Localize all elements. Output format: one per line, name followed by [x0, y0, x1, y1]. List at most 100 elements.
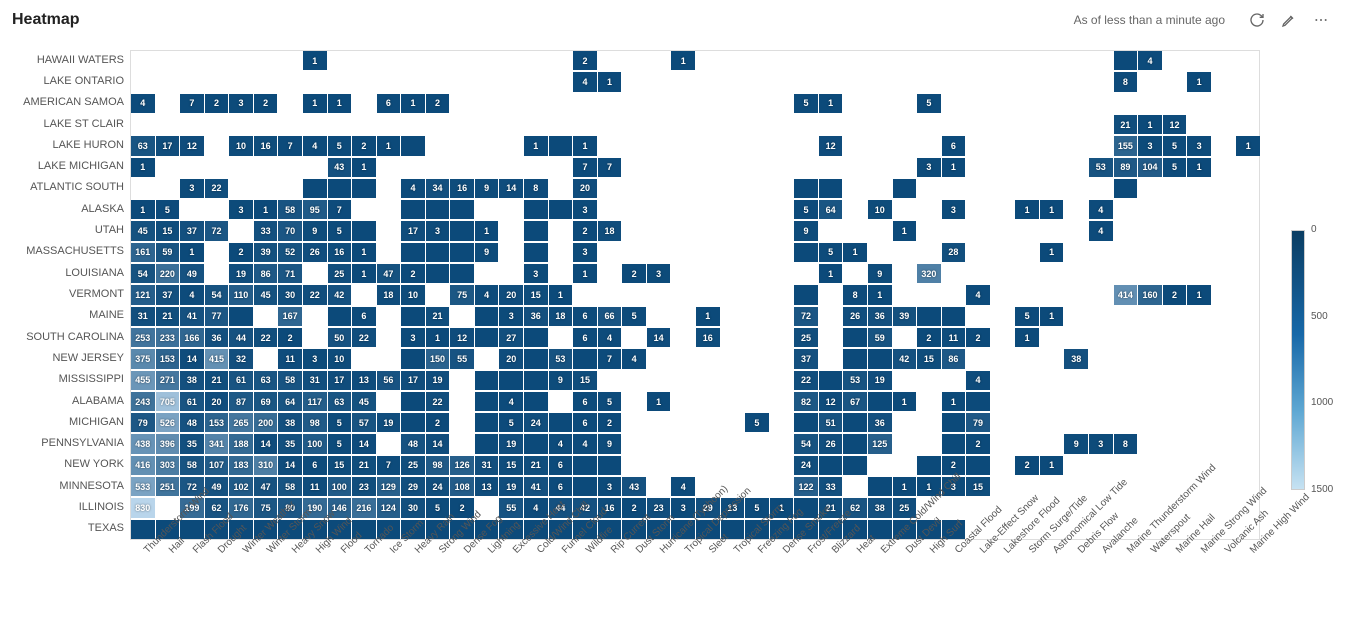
heatmap-cell[interactable]: 86 [254, 264, 278, 283]
heatmap-cell[interactable] [426, 200, 450, 219]
heatmap-cell[interactable]: 167 [278, 307, 302, 326]
heatmap-cell[interactable]: 5 [328, 413, 352, 432]
heatmap-cell[interactable]: 7 [180, 94, 204, 113]
heatmap-cell[interactable]: 36 [205, 328, 229, 347]
heatmap-cell[interactable]: 110 [229, 285, 253, 304]
heatmap-cell[interactable]: 220 [156, 264, 180, 283]
heatmap-cell[interactable]: 1 [328, 94, 352, 113]
heatmap-cell[interactable]: 1 [1236, 136, 1260, 155]
heatmap-cell[interactable]: 66 [598, 307, 622, 326]
heatmap-cell[interactable]: 17 [401, 221, 425, 240]
heatmap-cell[interactable]: 36 [868, 307, 892, 326]
heatmap-cell[interactable]: 98 [426, 456, 450, 475]
heatmap-cell[interactable]: 14 [352, 434, 376, 453]
heatmap-cell[interactable]: 75 [450, 285, 474, 304]
heatmap-cell[interactable]: 19 [868, 371, 892, 390]
heatmap-cell[interactable]: 7 [598, 349, 622, 368]
heatmap-cell[interactable]: 70 [278, 221, 302, 240]
edit-icon[interactable] [1277, 8, 1301, 32]
heatmap-cell[interactable]: 1 [352, 264, 376, 283]
heatmap-cell[interactable]: 56 [377, 371, 401, 390]
heatmap-cell[interactable]: 35 [278, 434, 302, 453]
heatmap-cell[interactable]: 320 [917, 264, 941, 283]
heatmap-cell[interactable]: 6 [573, 392, 597, 411]
heatmap-cell[interactable]: 10 [229, 136, 253, 155]
heatmap-cell[interactable] [450, 264, 474, 283]
heatmap-cell[interactable] [475, 328, 499, 347]
heatmap-cell[interactable]: 4 [1138, 51, 1162, 70]
heatmap-cell[interactable]: 1 [377, 136, 401, 155]
heatmap-cell[interactable]: 12 [1163, 115, 1187, 134]
heatmap-cell[interactable]: 2 [573, 51, 597, 70]
heatmap-cell[interactable]: 6 [377, 94, 401, 113]
heatmap-cell[interactable]: 153 [205, 413, 229, 432]
heatmap-cell[interactable]: 77 [205, 307, 229, 326]
heatmap-cell[interactable]: 8 [1114, 434, 1138, 453]
heatmap-cell[interactable] [475, 307, 499, 326]
heatmap-cell[interactable]: 24 [794, 456, 818, 475]
heatmap-cell[interactable] [401, 349, 425, 368]
heatmap-cell[interactable] [401, 136, 425, 155]
heatmap-cell[interactable] [401, 307, 425, 326]
heatmap-cell[interactable]: 1 [352, 243, 376, 262]
heatmap-cell[interactable]: 39 [254, 243, 278, 262]
heatmap-cell[interactable] [524, 221, 548, 240]
heatmap-cell[interactable]: 7 [377, 456, 401, 475]
heatmap-cell[interactable]: 19 [426, 371, 450, 390]
heatmap-cell[interactable]: 20 [573, 179, 597, 198]
heatmap-cell[interactable]: 2 [426, 413, 450, 432]
heatmap-cell[interactable]: 41 [180, 307, 204, 326]
heatmap-cell[interactable] [426, 243, 450, 262]
heatmap-cell[interactable] [524, 434, 548, 453]
heatmap-cell[interactable]: 37 [156, 285, 180, 304]
heatmap-cell[interactable]: 153 [156, 349, 180, 368]
heatmap-cell[interactable]: 271 [156, 371, 180, 390]
heatmap-cell[interactable] [303, 179, 327, 198]
heatmap-cell[interactable]: 7 [573, 158, 597, 177]
heatmap-cell[interactable]: 67 [843, 392, 867, 411]
heatmap-cell[interactable]: 526 [156, 413, 180, 432]
heatmap-cell[interactable]: 3 [401, 328, 425, 347]
heatmap-cell[interactable]: 1 [1187, 285, 1211, 304]
heatmap-cell[interactable]: 12 [819, 392, 843, 411]
heatmap-cell[interactable]: 16 [696, 328, 720, 347]
heatmap-cell[interactable]: 72 [794, 307, 818, 326]
heatmap-cell[interactable]: 38 [868, 498, 892, 517]
heatmap-cell[interactable]: 98 [303, 413, 327, 432]
heatmap-cell[interactable]: 33 [819, 477, 843, 496]
heatmap-cell[interactable]: 26 [843, 307, 867, 326]
heatmap-cell[interactable] [401, 413, 425, 432]
heatmap-cell[interactable]: 1 [303, 94, 327, 113]
heatmap-cell[interactable]: 14 [647, 328, 671, 347]
heatmap-cell[interactable] [843, 413, 867, 432]
heatmap-cell[interactable]: 21 [156, 307, 180, 326]
heatmap-cell[interactable]: 53 [549, 349, 573, 368]
heatmap-cell[interactable]: 11 [942, 328, 966, 347]
heatmap-cell[interactable] [499, 371, 523, 390]
heatmap-cell[interactable]: 47 [377, 264, 401, 283]
heatmap-cell[interactable]: 2 [966, 328, 990, 347]
heatmap-cell[interactable]: 72 [205, 221, 229, 240]
heatmap-cell[interactable]: 20 [499, 285, 523, 304]
heatmap-cell[interactable]: 25 [401, 456, 425, 475]
heatmap-cell[interactable]: 19 [499, 477, 523, 496]
heatmap-cell[interactable]: 9 [794, 221, 818, 240]
heatmap-cell[interactable]: 22 [794, 371, 818, 390]
heatmap-cell[interactable]: 4 [180, 285, 204, 304]
heatmap-cell[interactable]: 3 [229, 200, 253, 219]
heatmap-cell[interactable]: 2 [229, 243, 253, 262]
heatmap-cell[interactable]: 36 [524, 307, 548, 326]
heatmap-cell[interactable] [524, 371, 548, 390]
heatmap-cell[interactable]: 59 [868, 328, 892, 347]
heatmap-cell[interactable] [942, 413, 966, 432]
heatmap-cell[interactable]: 52 [278, 243, 302, 262]
heatmap-cell[interactable]: 87 [229, 392, 253, 411]
heatmap-cell[interactable]: 1 [352, 158, 376, 177]
heatmap-cell[interactable]: 1 [647, 392, 671, 411]
heatmap-cell[interactable] [794, 413, 818, 432]
heatmap-cell[interactable]: 124 [377, 498, 401, 517]
heatmap-cell[interactable]: 9 [598, 434, 622, 453]
heatmap-cell[interactable]: 7 [278, 136, 302, 155]
heatmap-cell[interactable]: 4 [549, 434, 573, 453]
heatmap-cell[interactable] [352, 179, 376, 198]
